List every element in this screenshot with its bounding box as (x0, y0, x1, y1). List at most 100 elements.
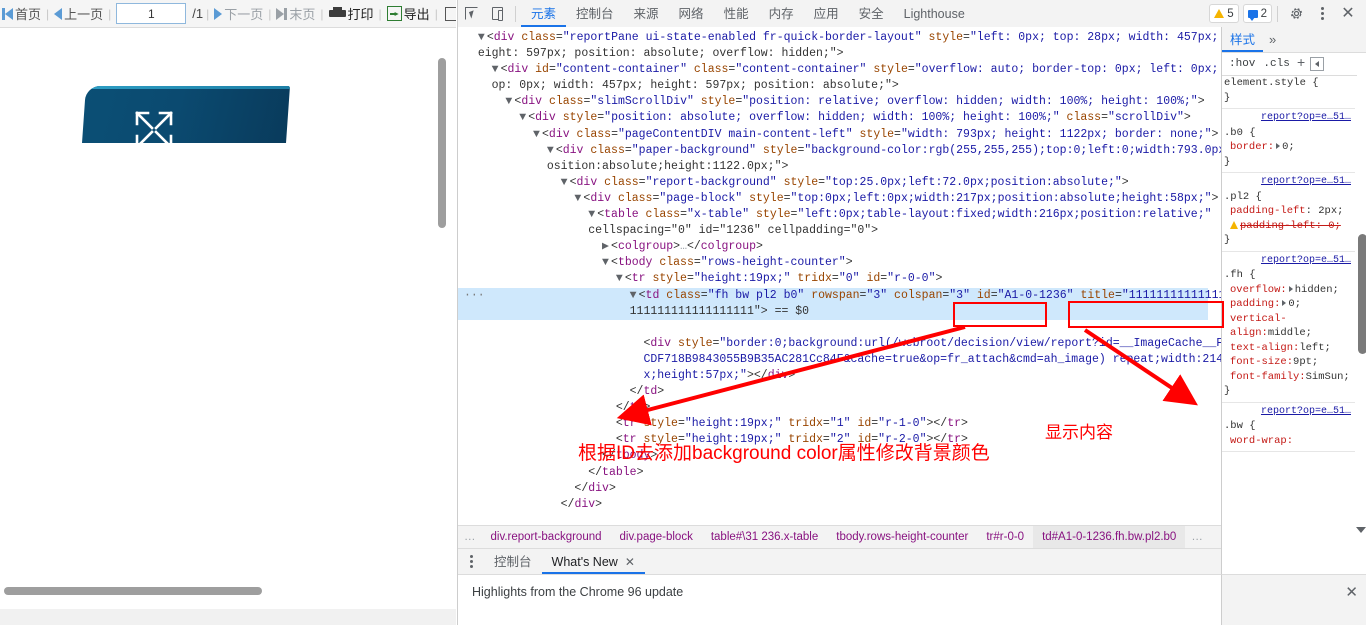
filter-icon[interactable] (1310, 57, 1325, 71)
dom-line[interactable]: ▼ <div style="position: absolute; overflo… (458, 110, 1208, 126)
dom-line[interactable]: op: 0px; width: 457px; height: 597px; po… (458, 78, 1208, 94)
page-number-input[interactable] (116, 3, 187, 24)
close-icon[interactable]: ✕ (625, 550, 635, 574)
style-property-value[interactable]: 9pt; (1293, 356, 1318, 368)
dom-line[interactable]: ▼ <div id="content-container" class="cont… (458, 62, 1219, 78)
style-property[interactable]: padding-left: 2px; (1222, 204, 1355, 219)
breadcrumb-overflow[interactable]: … (458, 526, 482, 548)
dom-line[interactable]: eight: 597px; position: absolute; overfl… (458, 46, 1208, 62)
breadcrumb-item[interactable]: tr#r-0-0 (977, 526, 1033, 548)
tab-3[interactable]: 网络 (669, 1, 714, 27)
style-property[interactable]: overflow: hidden; (1222, 283, 1355, 298)
style-property-value[interactable]: 0; (1282, 141, 1295, 153)
dom-line[interactable]: ▼ <table class="x-table" style="left:0px;… (458, 207, 1211, 223)
expand-triangle-icon[interactable] (1276, 143, 1281, 149)
breadcrumb-item[interactable]: div.report-background (482, 526, 611, 548)
style-rule[interactable]: element.style {} (1222, 74, 1355, 109)
breadcrumb-item[interactable]: div.page-block (611, 526, 702, 548)
style-property-value[interactable]: middle; (1268, 327, 1312, 339)
dom-line[interactable]: ▼ <div class="report-background" style="t… (458, 175, 1208, 191)
styles-scrollbar[interactable] (1357, 74, 1366, 529)
style-property-value[interactable]: SimSun; (1306, 371, 1350, 383)
drawer-menu-button[interactable] (458, 549, 484, 575)
styles-more-tabs[interactable]: » (1263, 32, 1282, 47)
style-rule[interactable]: report?op=e…51… .pl2 {padding-left: 2px; p… (1222, 173, 1355, 252)
tab-6[interactable]: 应用 (804, 1, 849, 27)
dom-line[interactable]: </div> (458, 481, 1208, 497)
style-property-value[interactable]: : 0; (1316, 220, 1341, 232)
style-property-value[interactable]: left; (1299, 342, 1331, 354)
dom-line[interactable]: </tr> (458, 400, 1208, 416)
viewer-horizontal-scrollbar[interactable] (4, 587, 262, 595)
style-property[interactable]: font-size:9pt; (1222, 355, 1355, 370)
style-property[interactable]: font-family:SimSun; (1222, 370, 1355, 385)
dom-line[interactable]: </div> (458, 497, 1208, 513)
style-property[interactable]: vertical-align:middle; (1222, 312, 1355, 341)
tab-2[interactable]: 来源 (624, 1, 669, 27)
export-button[interactable]: 导出 (385, 0, 432, 27)
style-property[interactable]: word-wrap: (1222, 434, 1355, 449)
next-page-button[interactable]: 下一页 (212, 0, 265, 27)
tab-5[interactable]: 内存 (759, 1, 804, 27)
style-property-value[interactable]: 0; (1288, 298, 1301, 310)
hover-state-button[interactable]: :hov (1225, 58, 1259, 70)
tab-4[interactable]: 性能 (714, 1, 759, 27)
style-rule-source[interactable]: report?op=e…51… (1222, 254, 1355, 269)
breadcrumb-item[interactable]: td#A1-0-1236.fh.bw.pl2.b0 (1033, 526, 1186, 548)
page-layout-button[interactable] (443, 0, 456, 27)
tab-styles[interactable]: 样式 (1222, 28, 1263, 52)
styles-scroll-thumb[interactable] (1358, 234, 1366, 354)
first-page-button[interactable]: 首页 (0, 0, 43, 27)
dom-line[interactable]: ▼ <div class="reportPane ui-state-enabled… (458, 30, 1219, 46)
style-rule[interactable]: report?op=e…51… .b0 {border: 0;} (1222, 109, 1355, 173)
last-page-button[interactable]: 末页 (274, 0, 317, 27)
style-property-value[interactable]: : 2px; (1306, 205, 1344, 217)
dom-line[interactable]: ▼ <div class="pageContentDIV main-content… (458, 127, 1218, 143)
dom-line[interactable]: x;height:57px;"></div> (458, 368, 1208, 384)
viewer-vertical-scrollbar[interactable] (438, 58, 446, 228)
style-property[interactable]: padding: 0; (1222, 297, 1355, 312)
dom-line[interactable]: </td> (458, 384, 1208, 400)
close-icon[interactable]: ✕ (1345, 583, 1358, 601)
dom-line[interactable]: ▼ <div class="page-block" style="top:0px;… (458, 191, 1218, 207)
print-button[interactable]: 打印 (327, 0, 376, 27)
style-property[interactable]: padding-left: 0; (1222, 219, 1355, 234)
tab-1[interactable]: 控制台 (566, 1, 624, 27)
style-property[interactable]: text-align:left; (1222, 341, 1355, 356)
style-property[interactable]: border: 0; (1222, 140, 1355, 155)
dom-line[interactable]: ▼ <div class="slimScrollDiv" style="posit… (458, 94, 1208, 110)
message-badge[interactable]: 2 (1242, 4, 1272, 23)
styles-scroll-down-icon[interactable] (1356, 527, 1366, 533)
style-rule-source[interactable]: report?op=e…51… (1222, 175, 1355, 190)
dom-line[interactable]: </table> (458, 465, 1208, 481)
style-rule-source[interactable]: report?op=e…51… (1222, 111, 1355, 126)
style-property-value[interactable]: hidden; (1295, 284, 1339, 296)
dom-line[interactable]: <div style="border:0;background:url(/web… (458, 336, 1221, 352)
dom-line[interactable]: CDF718B9843055B9B35AC281Cc84F&cache=true… (458, 352, 1221, 368)
breadcrumb-item[interactable]: table#\31 236.x-table (702, 526, 827, 548)
tab-7[interactable]: 安全 (849, 1, 894, 27)
style-rule[interactable]: report?op=e…51… .bw {word-wrap: (1222, 403, 1355, 452)
new-style-rule-button[interactable]: + (1294, 56, 1308, 72)
expand-triangle-icon[interactable] (1288, 285, 1293, 292)
drawer-tab-1[interactable]: What's New ✕ (542, 550, 645, 574)
class-filter-button[interactable]: .cls (1259, 58, 1293, 70)
style-rule-source[interactable]: report?op=e…51… (1222, 405, 1355, 420)
device-toolbar-button[interactable] (484, 1, 510, 27)
inspect-element-button[interactable] (458, 1, 484, 27)
dom-line[interactable]: ▶ <colgroup>…</colgroup> (458, 239, 1208, 255)
dom-line[interactable]: ▼ <div class="paper-background" style="ba… (458, 143, 1221, 159)
tab-8[interactable]: Lighthouse (894, 1, 975, 27)
dom-line[interactable]: osition:absolute;height:1122.0px;"> (458, 159, 1208, 175)
close-devtools-button[interactable]: ✕ (1335, 1, 1361, 27)
tab-0[interactable]: 元素 (521, 1, 566, 27)
warning-badge[interactable]: 5 (1209, 4, 1239, 23)
settings-button[interactable] (1283, 1, 1309, 27)
dom-line[interactable]: ▼ <tr style="height:19px;" tridx="0" id="… (458, 271, 1208, 287)
dom-line[interactable]: ▼ <tbody class="rows-height-counter"> (458, 255, 1208, 271)
prev-page-button[interactable]: 上一页 (52, 0, 105, 27)
expand-triangle-icon[interactable] (1282, 300, 1287, 306)
style-rule[interactable]: report?op=e…51… .fh {overflow: hidden; padd… (1222, 252, 1355, 403)
drawer-tab-0[interactable]: 控制台 (484, 550, 542, 574)
more-options-button[interactable] (1309, 1, 1335, 27)
